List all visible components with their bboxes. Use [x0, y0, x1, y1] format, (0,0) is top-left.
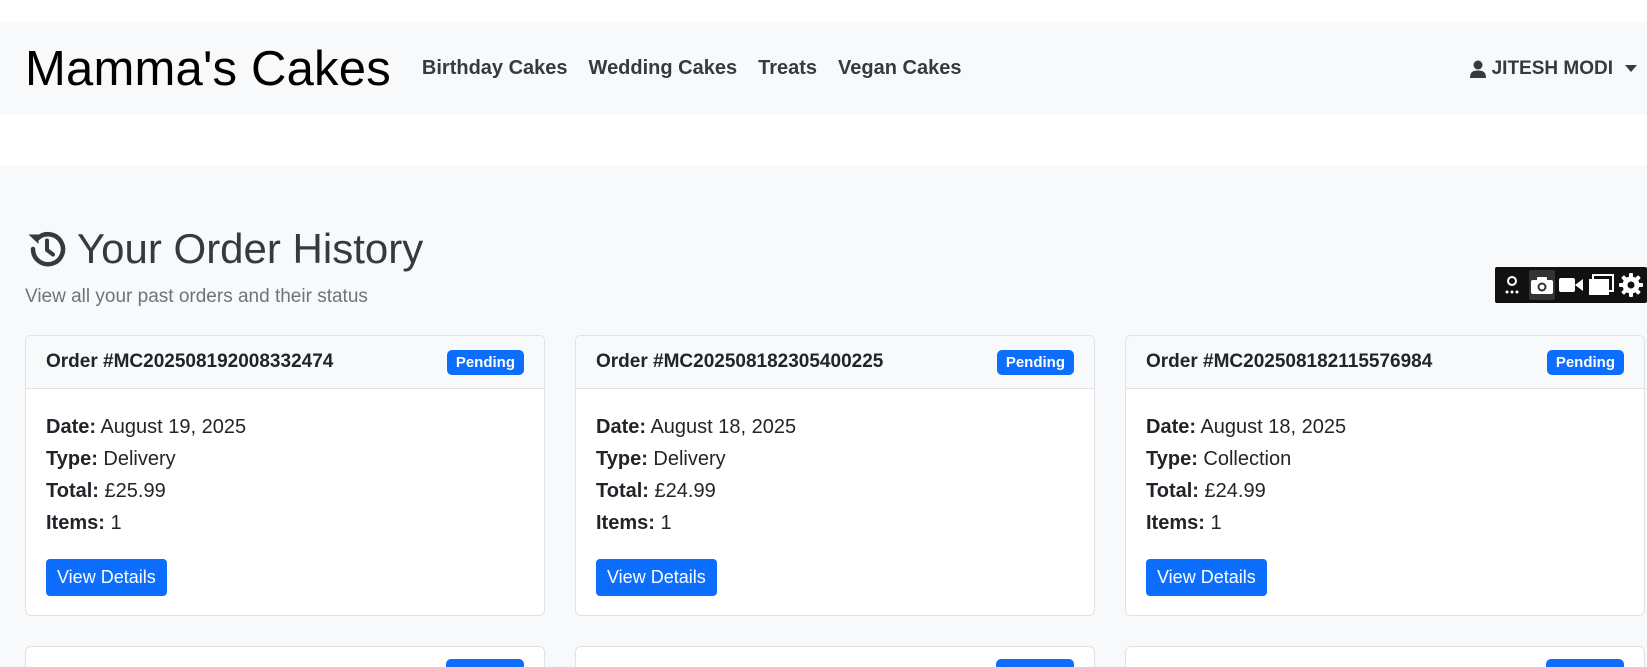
window-icon[interactable]	[1588, 270, 1615, 300]
page-subtitle: View all your past orders and their stat…	[25, 286, 368, 307]
user-name: JITESH MODI	[1491, 57, 1613, 79]
total-label: Total:	[1146, 480, 1199, 502]
order-date: Date: August 18, 2025	[596, 411, 1074, 443]
order-card-partial	[575, 646, 1095, 667]
type-label: Type:	[46, 448, 98, 470]
items-value: 1	[110, 512, 122, 534]
pin-icon[interactable]	[1499, 270, 1526, 300]
navbar: Mamma's Cakes Birthday Cakes Wedding Cak…	[0, 22, 1647, 115]
nav-links: Birthday Cakes Wedding Cakes Treats Vega…	[422, 57, 983, 80]
order-total: Total: £24.99	[596, 475, 1074, 507]
total-value: £25.99	[104, 480, 166, 502]
capture-toolbar	[1495, 267, 1647, 303]
history-icon	[28, 232, 66, 267]
nav-link-wedding-cakes[interactable]: Wedding Cakes	[589, 57, 738, 80]
order-type: Type: Delivery	[596, 443, 1074, 475]
order-card-body: Date: August 18, 2025 Type: Delivery Tot…	[576, 389, 1094, 596]
status-badge-partial	[996, 659, 1074, 667]
order-card-body: Date: August 19, 2025 Type: Delivery Tot…	[26, 389, 544, 596]
brand-logo[interactable]: Mamma's Cakes	[25, 41, 391, 97]
main-content: Your Order History View all your past or…	[0, 165, 1647, 667]
order-card: Order #MC202508192008332474 Pending Date…	[25, 335, 545, 616]
date-label: Date:	[46, 416, 97, 438]
order-card: Order #MC202508182305400225 Pending Date…	[575, 335, 1095, 616]
order-type: Type: Delivery	[46, 443, 524, 475]
order-items: Items: 1	[46, 507, 524, 539]
items-value: 1	[1210, 512, 1222, 534]
total-value: £24.99	[1204, 480, 1266, 502]
nav-link-birthday-cakes[interactable]: Birthday Cakes	[422, 57, 568, 80]
date-label: Date:	[1146, 416, 1197, 438]
order-card: Order #MC202508182115576984 Pending Date…	[1125, 335, 1645, 616]
status-badge: Pending	[996, 349, 1074, 375]
status-badge-partial	[446, 659, 524, 667]
date-value: August 18, 2025	[650, 416, 797, 438]
nav-link-vegan-cakes[interactable]: Vegan Cakes	[838, 57, 961, 80]
nav-link-treats[interactable]: Treats	[758, 57, 817, 80]
order-card-header: Order #MC202508182305400225 Pending	[576, 336, 1094, 389]
total-label: Total:	[46, 480, 99, 502]
gear-icon[interactable]	[1617, 270, 1644, 300]
order-date: Date: August 19, 2025	[46, 411, 524, 443]
view-details-button[interactable]: View Details	[46, 559, 167, 596]
type-value: Delivery	[653, 448, 726, 470]
items-label: Items:	[596, 512, 655, 534]
user-icon	[1469, 60, 1486, 78]
page-heading: Your Order History	[25, 225, 423, 273]
items-label: Items:	[1146, 512, 1205, 534]
order-items: Items: 1	[596, 507, 1074, 539]
order-items: Items: 1	[1146, 507, 1624, 539]
date-value: August 18, 2025	[1200, 416, 1347, 438]
order-card-partial	[1125, 646, 1645, 667]
items-label: Items:	[46, 512, 105, 534]
order-card-header: Order #MC202508192008332474 Pending	[26, 336, 544, 389]
status-badge: Pending	[446, 349, 524, 375]
type-label: Type:	[1146, 448, 1198, 470]
order-total: Total: £24.99	[1146, 475, 1624, 507]
chevron-down-icon	[1625, 65, 1637, 72]
date-label: Date:	[596, 416, 647, 438]
user-menu-dropdown[interactable]: JITESH MODI	[1468, 22, 1637, 115]
status-badge: Pending	[1546, 349, 1624, 375]
order-card-body: Date: August 18, 2025 Type: Collection T…	[1126, 389, 1644, 596]
total-label: Total:	[596, 480, 649, 502]
view-details-button[interactable]: View Details	[596, 559, 717, 596]
page-title: Your Order History	[77, 225, 424, 272]
view-details-button[interactable]: View Details	[1146, 559, 1267, 596]
order-total: Total: £25.99	[46, 475, 524, 507]
items-value: 1	[660, 512, 672, 534]
order-card-header: Order #MC202508182115576984 Pending	[1126, 336, 1644, 389]
video-icon[interactable]	[1558, 270, 1585, 300]
order-number: Order #MC202508182305400225	[596, 351, 884, 372]
order-card-partial	[25, 646, 545, 667]
type-value: Collection	[1203, 448, 1292, 470]
type-value: Delivery	[103, 448, 176, 470]
order-date: Date: August 18, 2025	[1146, 411, 1624, 443]
date-value: August 19, 2025	[100, 416, 247, 438]
order-number: Order #MC202508182115576984	[1146, 351, 1433, 372]
status-badge-partial	[1546, 659, 1624, 667]
order-number: Order #MC202508192008332474	[46, 351, 334, 372]
type-label: Type:	[596, 448, 648, 470]
total-value: £24.99	[654, 480, 716, 502]
order-type: Type: Collection	[1146, 443, 1624, 475]
camera-icon[interactable]	[1528, 270, 1556, 300]
